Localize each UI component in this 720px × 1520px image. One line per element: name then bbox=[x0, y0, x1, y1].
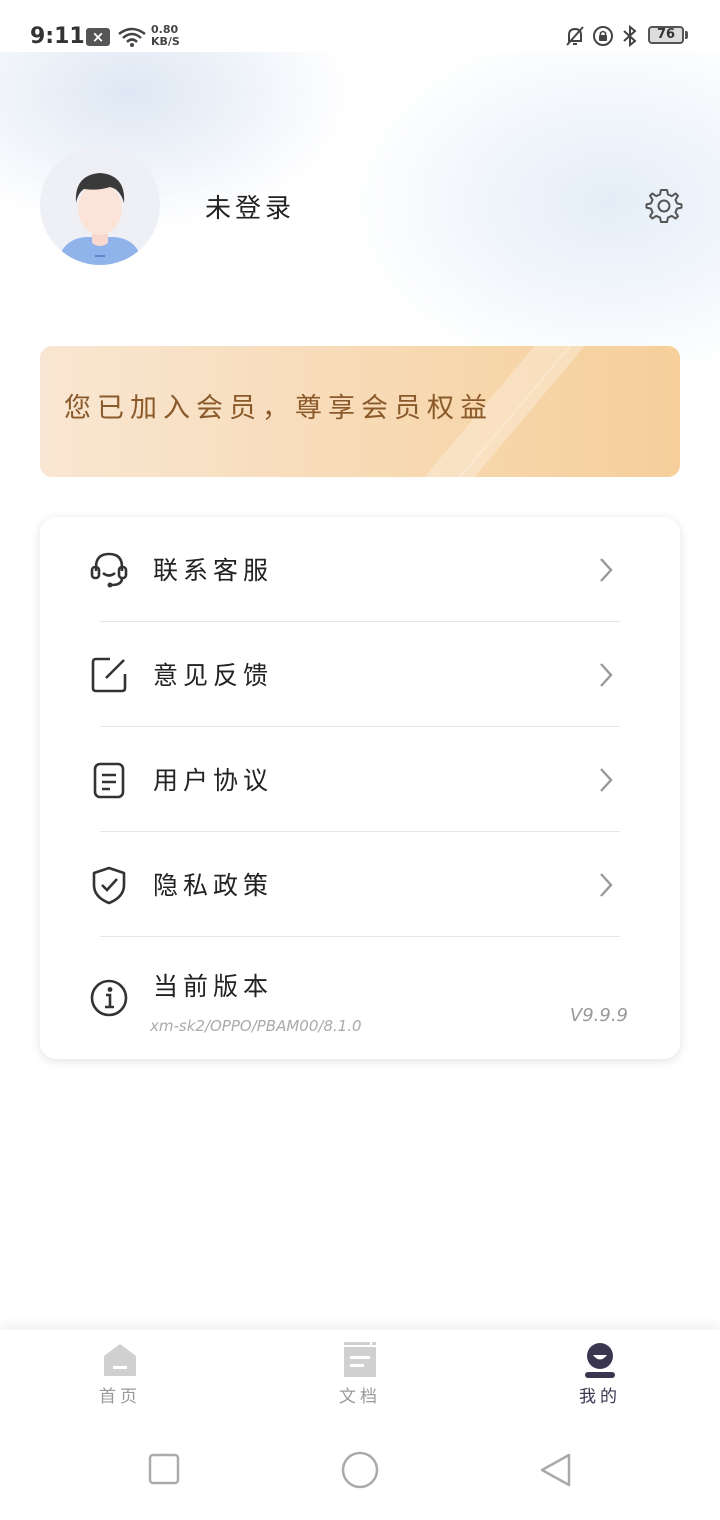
version-device-info: xm-sk2/OPPO/PBAM00/8.1.0 bbox=[150, 1017, 362, 1035]
chevron-right-icon bbox=[600, 873, 613, 897]
headset-icon bbox=[90, 552, 128, 588]
tab-home[interactable]: 首页 bbox=[0, 1330, 240, 1416]
chevron-right-icon bbox=[600, 768, 613, 792]
triangle-back-icon[interactable] bbox=[538, 1452, 574, 1488]
menu-item-label: 用户协议 bbox=[153, 766, 274, 795]
rotation-lock-icon bbox=[593, 26, 613, 46]
circle-home-icon[interactable] bbox=[340, 1450, 380, 1490]
tab-profile-label: 我的 bbox=[579, 1387, 621, 1407]
battery-icon: 76 bbox=[648, 26, 684, 44]
tab-documents-label: 文档 bbox=[339, 1387, 381, 1407]
settings-menu-card: 联系客服 意见反馈 用户协议 隐私政策 当前版本 xm-sk2/OPPO/PBA… bbox=[40, 517, 680, 1059]
menu-item-contact-service[interactable]: 联系客服 bbox=[40, 517, 680, 622]
shield-check-icon bbox=[92, 866, 126, 905]
menu-item-feedback[interactable]: 意见反馈 bbox=[40, 622, 680, 727]
vip-banner-text: 您已加入会员，尊享会员权益 bbox=[64, 393, 493, 424]
menu-item-user-agreement[interactable]: 用户协议 bbox=[40, 727, 680, 832]
version-number: V9.9.9 bbox=[569, 1005, 628, 1026]
document-tab-icon bbox=[344, 1342, 376, 1377]
wifi-icon bbox=[118, 27, 146, 47]
tab-home-label: 首页 bbox=[99, 1387, 141, 1407]
username-label[interactable]: 未登录 bbox=[205, 188, 295, 225]
avatar[interactable] bbox=[40, 145, 160, 265]
menu-item-version[interactable]: 当前版本 xm-sk2/OPPO/PBAM00/8.1.0 V9.9.9 bbox=[40, 937, 680, 1059]
gear-icon[interactable] bbox=[644, 186, 684, 226]
bluetooth-icon bbox=[623, 24, 637, 48]
net-speed: 0.80 KB/S bbox=[151, 24, 180, 48]
chevron-right-icon bbox=[600, 663, 613, 687]
home-icon bbox=[104, 1344, 136, 1376]
battery-tip bbox=[685, 31, 688, 39]
status-time: 9:11 bbox=[30, 24, 85, 49]
bottom-nav: 首页 文档 我的 bbox=[0, 1330, 720, 1416]
chevron-right-icon bbox=[600, 558, 613, 582]
notification-badge: × bbox=[86, 28, 110, 46]
menu-item-privacy-policy[interactable]: 隐私政策 bbox=[40, 832, 680, 937]
net-speed-unit: KB/S bbox=[151, 35, 180, 48]
user-avatar-icon bbox=[58, 173, 142, 265]
status-bar: 9:11 × 0.80 KB/S 76 bbox=[0, 0, 720, 72]
info-icon bbox=[90, 979, 128, 1017]
document-icon bbox=[93, 762, 125, 799]
version-label: 当前版本 bbox=[153, 972, 274, 1001]
vip-banner[interactable]: 您已加入会员，尊享会员权益 bbox=[40, 346, 680, 477]
square-recents-icon[interactable] bbox=[147, 1452, 181, 1486]
edit-icon bbox=[91, 657, 127, 693]
tab-profile[interactable]: 我的 bbox=[480, 1330, 720, 1416]
menu-item-label: 联系客服 bbox=[153, 556, 274, 585]
menu-item-label: 隐私政策 bbox=[153, 871, 274, 900]
tab-documents[interactable]: 文档 bbox=[240, 1330, 480, 1416]
system-nav-bar bbox=[0, 1418, 720, 1520]
mute-bell-icon bbox=[566, 26, 584, 46]
profile-tab-icon bbox=[585, 1343, 615, 1378]
menu-item-label: 意见反馈 bbox=[153, 661, 274, 690]
